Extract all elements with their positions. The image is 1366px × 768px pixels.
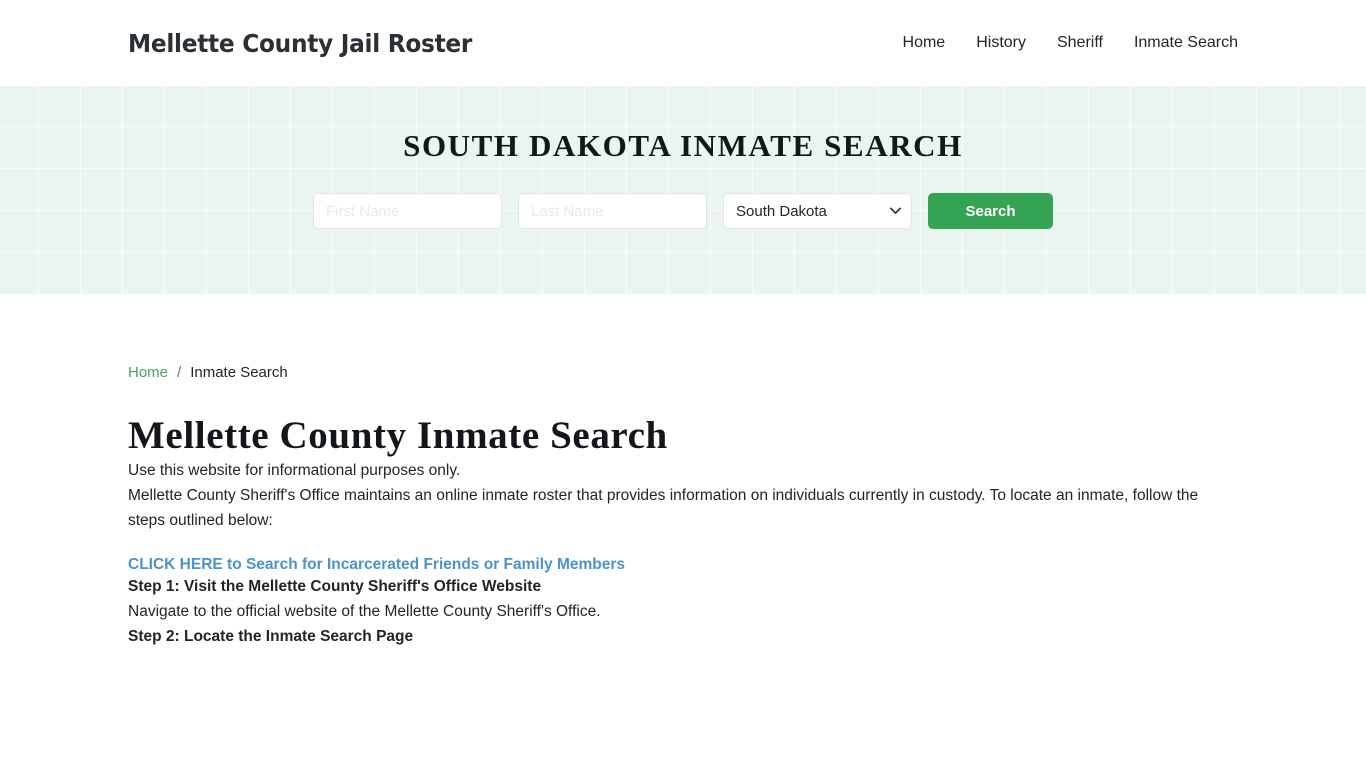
last-name-input[interactable] bbox=[518, 193, 707, 229]
step-1-text: Navigate to the official website of the … bbox=[128, 602, 601, 620]
site-brand-link[interactable]: Mellette County Jail Roster bbox=[128, 29, 472, 58]
breadcrumb-separator: / bbox=[177, 364, 182, 381]
breadcrumb: Home / Inmate Search bbox=[128, 364, 1238, 381]
page-title: Mellette County Inmate Search bbox=[128, 414, 668, 457]
main-navigation: Home History Sheriff Inmate Search bbox=[903, 34, 1238, 52]
search-button[interactable]: Search bbox=[928, 193, 1053, 229]
intro-paragraph: Use this website for informational purpo… bbox=[128, 461, 461, 479]
hero-title: SOUTH DAKOTA INMATE SEARCH bbox=[403, 128, 963, 163]
inmate-search-cta-link[interactable]: CLICK HERE to Search for Incarcerated Fr… bbox=[128, 556, 625, 574]
nav-item-home[interactable]: Home bbox=[903, 34, 946, 52]
main-content: Home / Inmate Search Mellette County Inm… bbox=[0, 364, 1366, 649]
inmate-search-form: South Dakota Search bbox=[313, 193, 1053, 229]
breadcrumb-home-link[interactable]: Home bbox=[128, 364, 168, 381]
site-header: Mellette County Jail Roster Home History… bbox=[0, 0, 1366, 86]
step-2-heading: Step 2: Locate the Inmate Search Page bbox=[128, 628, 414, 646]
hero-search-section: SOUTH DAKOTA INMATE SEARCH South Dakota … bbox=[0, 86, 1366, 294]
breadcrumb-current: Inmate Search bbox=[190, 364, 288, 381]
first-name-input[interactable] bbox=[313, 193, 502, 229]
nav-item-sheriff[interactable]: Sheriff bbox=[1057, 34, 1103, 52]
nav-item-inmate-search[interactable]: Inmate Search bbox=[1134, 34, 1238, 52]
state-select[interactable]: South Dakota bbox=[723, 193, 912, 229]
nav-item-history[interactable]: History bbox=[976, 34, 1026, 52]
step-1-heading: Step 1: Visit the Mellette County Sherif… bbox=[128, 577, 542, 595]
state-select-wrapper: South Dakota bbox=[723, 193, 912, 229]
roster-paragraph: Mellette County Sheriff's Office maintai… bbox=[128, 487, 1199, 530]
